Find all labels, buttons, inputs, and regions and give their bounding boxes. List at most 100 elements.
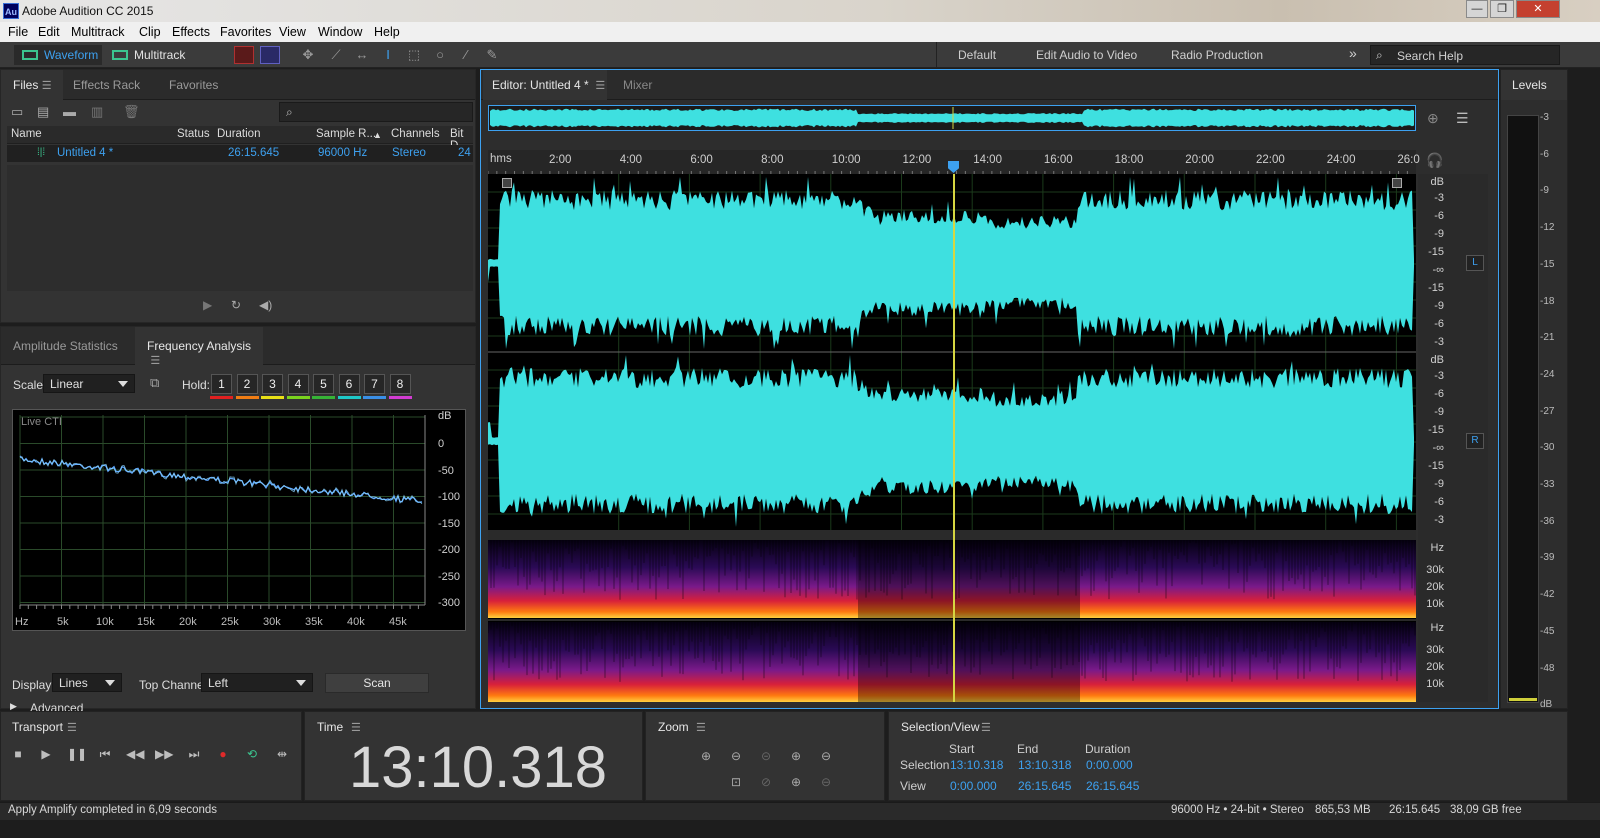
- zoom-in-amplitude-icon[interactable]: ⊕: [697, 747, 715, 765]
- spectral-divider[interactable]: [488, 530, 1416, 540]
- open-file-icon[interactable]: ▭: [11, 104, 23, 120]
- top-channel-dropdown[interactable]: Left: [201, 673, 313, 692]
- spectral-pitch-display-icon[interactable]: [260, 46, 280, 64]
- fast-forward-icon[interactable]: ▶▶: [155, 745, 173, 763]
- zoom-out-time-icon[interactable]: ⊖: [817, 747, 835, 765]
- tab-files[interactable]: Files ☰: [1, 70, 63, 100]
- menu-file[interactable]: File: [8, 25, 28, 39]
- panel-menu-icon[interactable]: ☰: [67, 721, 77, 734]
- next-icon[interactable]: ⏭: [185, 745, 203, 763]
- tab-amplitude-statistics[interactable]: Amplitude Statistics: [13, 327, 118, 357]
- zoom-to-selection-icon[interactable]: ⊡: [727, 773, 745, 791]
- tab-frequency-analysis[interactable]: Frequency Analysis ☰: [135, 327, 263, 367]
- hold-button-2[interactable]: 2: [236, 374, 258, 394]
- spot-healing-tool-icon[interactable]: ✎: [482, 46, 502, 64]
- zoom-out-point-icon[interactable]: ⊖: [817, 773, 835, 791]
- menu-view[interactable]: View: [279, 25, 306, 39]
- brush-tool-icon[interactable]: ⁄: [456, 46, 476, 64]
- workspace-edit-audio-to-video[interactable]: Edit Audio to Video: [1036, 48, 1137, 62]
- col-name[interactable]: Name: [11, 128, 42, 140]
- scale-dropdown[interactable]: Linear: [43, 374, 135, 393]
- play-icon[interactable]: ▶: [37, 745, 55, 763]
- zoom-in-point-icon[interactable]: ⊕: [787, 773, 805, 791]
- menu-window[interactable]: Window: [318, 25, 362, 39]
- lasso-tool-icon[interactable]: ○: [430, 46, 450, 64]
- hold-button-5[interactable]: 5: [313, 374, 334, 394]
- move-tool-icon[interactable]: ✥: [298, 46, 318, 64]
- rewind-icon[interactable]: ◀◀: [126, 745, 144, 763]
- tab-mixer[interactable]: Mixer: [623, 70, 652, 100]
- workspace-radio-production[interactable]: Radio Production: [1171, 48, 1263, 62]
- import-file-icon[interactable]: ▤: [37, 104, 49, 120]
- panel-menu-icon[interactable]: ☰: [981, 721, 991, 734]
- menu-help[interactable]: Help: [374, 25, 400, 39]
- hold-button-7[interactable]: 7: [364, 374, 385, 394]
- hold-button-1[interactable]: 1: [211, 374, 232, 394]
- play-preview-icon[interactable]: ▶: [203, 298, 212, 312]
- tab-editor[interactable]: Editor: Untitled 4 * ☰: [483, 70, 607, 100]
- hold-button-3[interactable]: 3: [262, 374, 283, 394]
- maximize-button[interactable]: ❐: [1490, 0, 1514, 18]
- col-status[interactable]: Status: [177, 128, 210, 140]
- waveform-view-button[interactable]: Waveform: [14, 45, 102, 65]
- search-help-field[interactable]: ⌕ Search Help: [1370, 45, 1560, 65]
- pause-icon[interactable]: ❚❚: [67, 745, 87, 763]
- zoom-to-selection-icon[interactable]: ⊕: [1427, 110, 1439, 127]
- table-row[interactable]: ⁞|⁞ Untitled 4 * 26:15.645 96000 Hz Ster…: [7, 145, 473, 162]
- selection-end[interactable]: 13:10.318: [1018, 758, 1071, 772]
- hold-button-8[interactable]: 8: [389, 374, 411, 394]
- menu-multitrack[interactable]: Multitrack: [71, 25, 124, 39]
- insert-into-multitrack-icon[interactable]: ▥: [91, 104, 103, 120]
- skip-selection-icon[interactable]: ⇹: [273, 745, 291, 763]
- channel-left-toggle[interactable]: L: [1466, 255, 1484, 271]
- panel-menu-icon[interactable]: ☰: [42, 80, 52, 92]
- zoom-out-full-icon[interactable]: ⊘: [757, 773, 775, 791]
- time-display[interactable]: 13:10.318: [349, 734, 607, 801]
- selection-duration[interactable]: 0:00.000: [1086, 758, 1133, 772]
- playhead-line[interactable]: [953, 174, 955, 702]
- panel-menu-icon[interactable]: ☰: [351, 721, 361, 734]
- autoplay-icon[interactable]: ◀): [259, 298, 272, 312]
- record-icon[interactable]: ●: [214, 745, 232, 763]
- panel-menu-icon[interactable]: ☰: [595, 80, 605, 92]
- menu-effects[interactable]: Effects: [172, 25, 210, 39]
- minimize-button[interactable]: —: [1466, 0, 1488, 18]
- col-duration[interactable]: Duration: [217, 128, 260, 140]
- menu-clip[interactable]: Clip: [139, 25, 161, 39]
- files-search-input[interactable]: ⌕: [279, 102, 473, 122]
- fade-out-handle[interactable]: [1392, 178, 1402, 188]
- close-file-icon[interactable]: 🗑: [123, 104, 140, 120]
- panel-menu-icon[interactable]: ☰: [696, 721, 706, 734]
- zoom-in-time-icon[interactable]: ⊕: [787, 747, 805, 765]
- hold-button-4[interactable]: 4: [287, 374, 309, 394]
- view-duration[interactable]: 26:15.645: [1086, 779, 1139, 793]
- view-end[interactable]: 26:15.645: [1018, 779, 1071, 793]
- more-workspaces-button[interactable]: »: [1349, 45, 1357, 61]
- panel-menu-icon[interactable]: ☰: [150, 355, 160, 367]
- channel-right-toggle[interactable]: R: [1466, 433, 1484, 449]
- overview-options-icon[interactable]: ☰: [1456, 110, 1469, 127]
- col-channels[interactable]: Channels: [391, 128, 440, 140]
- menu-edit[interactable]: Edit: [38, 25, 60, 39]
- multitrack-view-button[interactable]: Multitrack: [104, 45, 196, 65]
- razor-tool-icon[interactable]: ⟋: [326, 46, 346, 64]
- marquee-tool-icon[interactable]: ⬚: [404, 46, 424, 64]
- spectral-frequency-display-icon[interactable]: [234, 46, 254, 64]
- close-button[interactable]: ✕: [1516, 0, 1560, 18]
- time-selection-tool-icon[interactable]: I: [378, 46, 398, 64]
- snapshot-icon[interactable]: ⧉: [150, 375, 166, 391]
- loop-preview-icon[interactable]: ↻: [231, 298, 241, 312]
- scan-button[interactable]: Scan: [325, 673, 429, 693]
- headphones-icon[interactable]: 🎧: [1426, 152, 1443, 169]
- slip-tool-icon[interactable]: ↔: [352, 46, 372, 64]
- col-sample-rate[interactable]: Sample R...: [316, 128, 376, 140]
- selection-start[interactable]: 13:10.318: [950, 758, 1003, 772]
- view-start[interactable]: 0:00.000: [950, 779, 997, 793]
- tab-favorites[interactable]: Favorites: [169, 70, 218, 100]
- tab-effects-rack[interactable]: Effects Rack: [73, 70, 140, 100]
- fade-in-handle[interactable]: [502, 178, 512, 188]
- previous-icon[interactable]: ⏮: [96, 745, 114, 763]
- menu-favorites[interactable]: Favorites: [220, 25, 271, 39]
- workspace-default[interactable]: Default: [958, 48, 996, 62]
- new-file-icon[interactable]: ▬: [63, 104, 76, 119]
